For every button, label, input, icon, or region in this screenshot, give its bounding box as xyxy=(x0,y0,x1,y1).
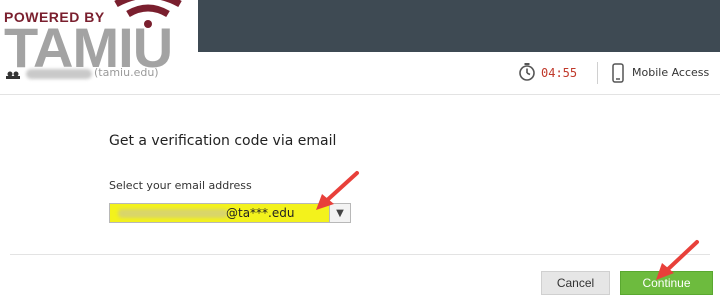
account-header: (tamiu.edu) 04:55 Mobile Access xyxy=(0,52,720,95)
mobile-access-link[interactable]: Mobile Access xyxy=(632,66,709,79)
user-icon xyxy=(6,71,20,79)
user-domain: (tamiu.edu) xyxy=(94,66,159,79)
header-divider xyxy=(597,62,598,84)
red-arrow-icon xyxy=(316,171,359,210)
blurred-username xyxy=(26,69,92,79)
email-select-label: Select your email address xyxy=(109,179,252,192)
cancel-button[interactable]: Cancel xyxy=(541,271,610,295)
red-arrow-icon xyxy=(656,240,699,280)
phone-icon[interactable] xyxy=(612,63,624,83)
timer-icon xyxy=(519,63,535,81)
footer-divider xyxy=(10,254,710,255)
email-select-value: @ta***.edu xyxy=(226,206,295,220)
page-title: Get a verification code via email xyxy=(109,133,337,149)
session-timer: 04:55 xyxy=(541,66,578,80)
blurred-email-local-part xyxy=(118,209,228,218)
